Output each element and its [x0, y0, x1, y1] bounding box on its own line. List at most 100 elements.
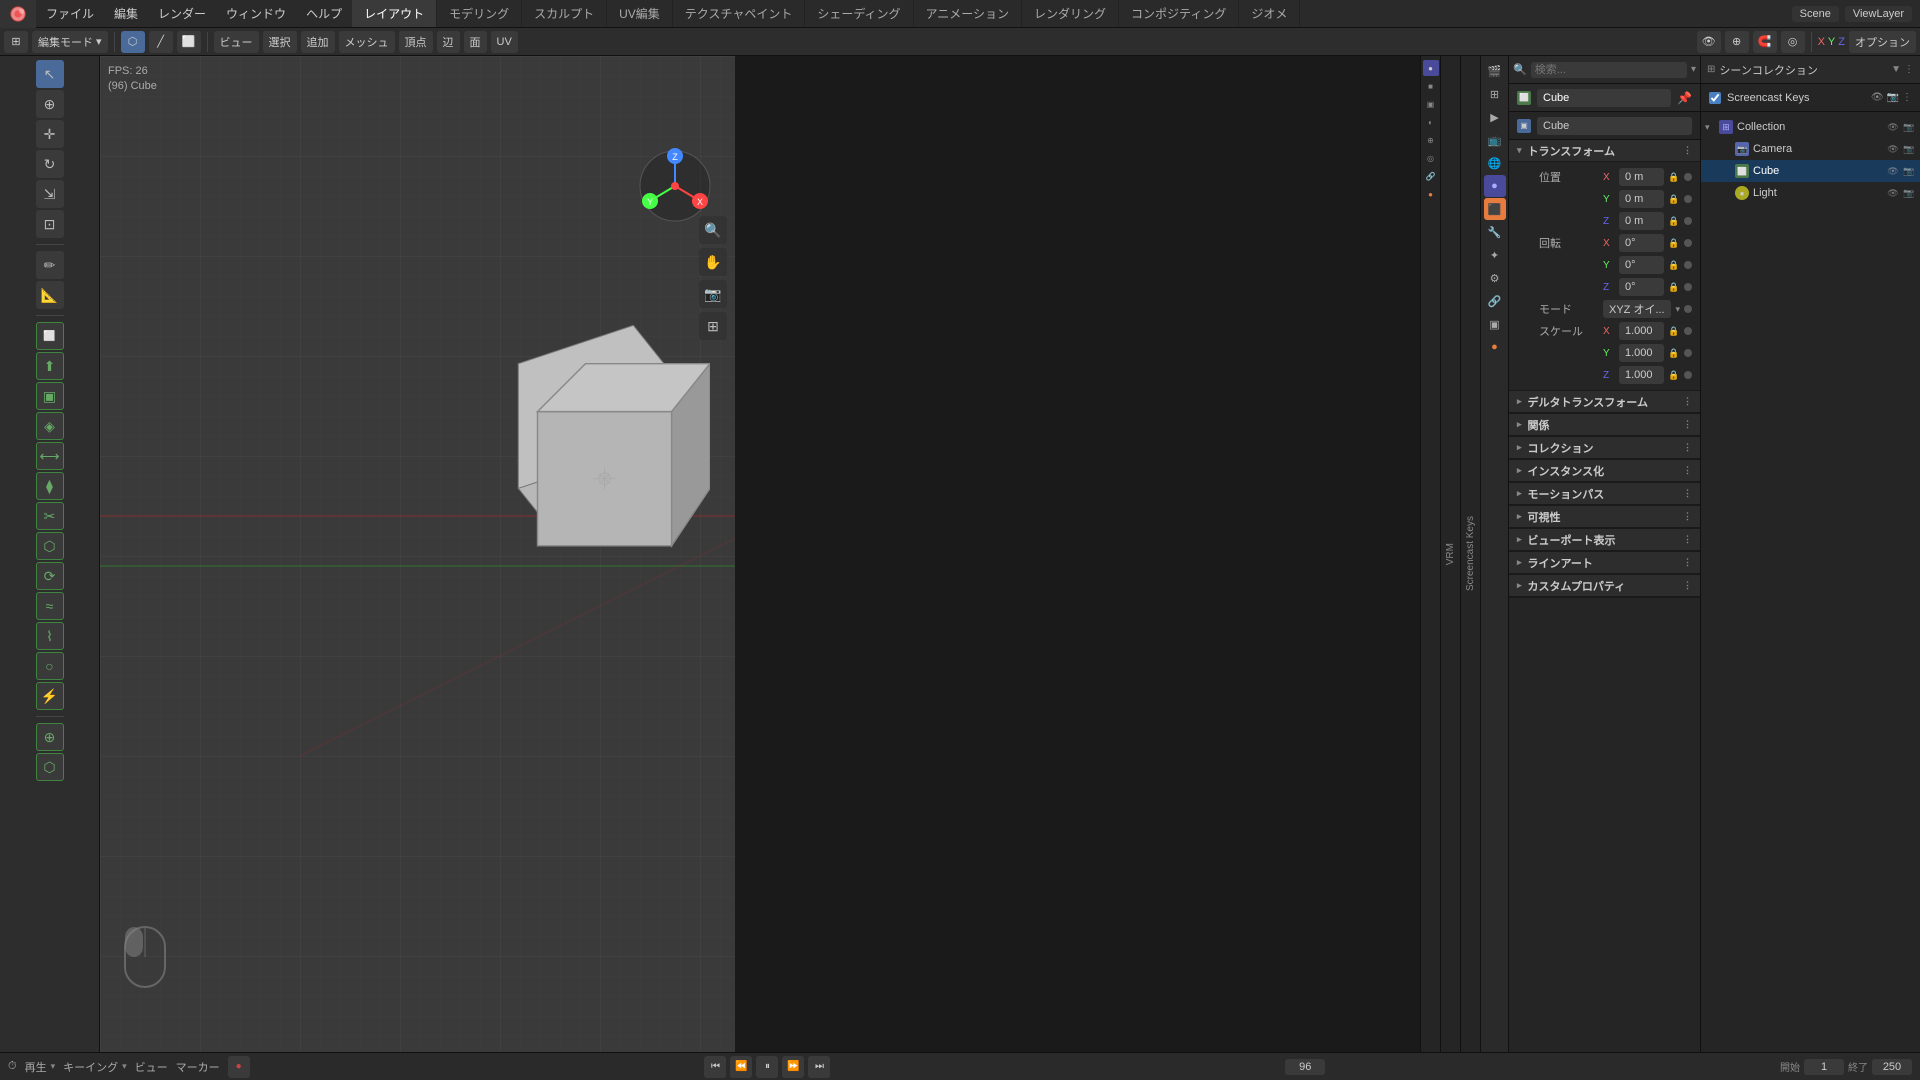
axis-z[interactable]: Z — [1838, 36, 1845, 48]
lineart-options[interactable]: ⋮ — [1683, 557, 1692, 568]
collection-s-options[interactable]: ⋮ — [1683, 442, 1692, 453]
instancing-options[interactable]: ⋮ — [1683, 465, 1692, 476]
outliner-options-icon[interactable]: ⋮ — [1904, 64, 1914, 75]
tool-inset[interactable]: ▣ — [36, 382, 64, 410]
prop-material-icon[interactable]: ● — [1484, 336, 1506, 358]
outliner-filter-icon[interactable]: ▼ — [1891, 64, 1901, 75]
scale-y-lock[interactable]: 🔒 — [1668, 348, 1680, 359]
axis-y[interactable]: Y — [1828, 36, 1835, 48]
menu-help[interactable]: ヘルプ — [296, 0, 352, 27]
prop-world-icon[interactable]: ● — [1484, 175, 1506, 197]
next-keyframe-btn[interactable]: ⏩ — [782, 1056, 804, 1078]
tool-extrude[interactable]: ⬆ — [36, 352, 64, 380]
vp-camera-btn[interactable]: 📷 — [699, 280, 727, 308]
light-vis-icon[interactable]: 👁 — [1886, 186, 1900, 200]
screencast-keys-checkbox[interactable] — [1709, 92, 1721, 104]
rot-z-value[interactable]: 0° — [1619, 278, 1664, 296]
viewport-display-header[interactable]: ▸ ビューポート表示 ⋮ — [1509, 529, 1700, 551]
prop-physics-icon[interactable]: ⚙ — [1484, 267, 1506, 289]
snap-btn[interactable]: 🧲 — [1753, 31, 1777, 53]
props-search-options[interactable]: ▾ — [1691, 64, 1696, 75]
cube-vis-icon[interactable]: 👁 — [1886, 164, 1900, 178]
record-btn[interactable]: ● — [228, 1056, 250, 1078]
tool-rotate[interactable]: ↻ — [36, 150, 64, 178]
end-frame-display[interactable]: 250 — [1872, 1059, 1912, 1075]
current-frame-display[interactable]: 96 — [1285, 1059, 1325, 1075]
tab-compositing[interactable]: コンポジティング — [1119, 0, 1239, 27]
rot-y-value[interactable]: 0° — [1619, 256, 1664, 274]
item-strip-material[interactable]: ● — [1423, 186, 1439, 202]
prop-scene2-icon[interactable]: 🌐 — [1484, 152, 1506, 174]
mesh-menu[interactable]: メッシュ — [339, 31, 395, 53]
view-item[interactable]: ビュー — [135, 1059, 168, 1075]
vertex-menu[interactable]: 頂点 — [399, 31, 433, 53]
tool-shear[interactable]: ⌇ — [36, 622, 64, 650]
item-strip-5[interactable]: ⊕ — [1423, 132, 1439, 148]
marker-item[interactable]: マーカー — [176, 1059, 220, 1075]
item-strip-2[interactable]: ■ — [1423, 78, 1439, 94]
rot-mode-selector[interactable]: XYZ オイ... — [1603, 300, 1671, 318]
uv-menu[interactable]: UV — [491, 31, 518, 53]
keying-item[interactable]: キーイング ▾ — [63, 1059, 127, 1075]
tool-move[interactable]: ✛ — [36, 120, 64, 148]
tab-animation[interactable]: アニメーション — [914, 0, 1023, 27]
props-search-input[interactable] — [1531, 62, 1687, 78]
transform-section-header[interactable]: ▾ トランスフォーム ⋮ — [1509, 140, 1700, 162]
motion-options[interactable]: ⋮ — [1683, 488, 1692, 499]
edge-menu[interactable]: 辺 — [437, 31, 460, 53]
prop-view-icon[interactable]: 📺 — [1484, 129, 1506, 151]
tool-custom-2[interactable]: ⬡ — [36, 753, 64, 781]
axis-x[interactable]: X — [1818, 36, 1825, 48]
collection-section-header[interactable]: ▸ コレクション ⋮ — [1509, 437, 1700, 459]
collection-render-icon[interactable]: 📷 — [1902, 120, 1916, 134]
tool-loop-cut[interactable]: ⟷ — [36, 442, 64, 470]
tool-measure[interactable]: 📐 — [36, 281, 64, 309]
scene-item-camera[interactable]: 📷 Camera 👁 📷 — [1701, 138, 1920, 160]
tab-rendering[interactable]: レンダリング — [1022, 0, 1119, 27]
tool-poly-build[interactable]: ⬡ — [36, 532, 64, 560]
tool-select[interactable]: ↖ — [36, 60, 64, 88]
prop-scene-icon[interactable]: 🎬 — [1484, 60, 1506, 82]
play-item[interactable]: 再生 ▾ — [25, 1059, 56, 1075]
visibility-header[interactable]: ▸ 可視性 ⋮ — [1509, 506, 1700, 528]
prop-particles-icon[interactable]: ✦ — [1484, 244, 1506, 266]
tab-uv[interactable]: UV編集 — [607, 0, 673, 27]
scale-x-value[interactable]: 1.000 — [1619, 322, 1664, 340]
scene-item-light[interactable]: ● Light 👁 📷 — [1701, 182, 1920, 204]
tool-add-cube[interactable]: ⬜ — [36, 322, 64, 350]
rot-y-lock[interactable]: 🔒 — [1668, 260, 1680, 271]
scale-z-value[interactable]: 1.000 — [1619, 366, 1664, 384]
loc-z-lock[interactable]: 🔒 — [1668, 216, 1680, 227]
tool-annotate[interactable]: ✏ — [36, 251, 64, 279]
item-strip-7[interactable]: 🔗 — [1423, 168, 1439, 184]
header-icon-1[interactable]: ⊞ — [4, 31, 28, 53]
start-frame-display[interactable]: 1 — [1804, 1059, 1844, 1075]
tab-sculpt[interactable]: スカルプト — [522, 0, 607, 27]
jump-start-btn[interactable]: ⏮ — [704, 1056, 726, 1078]
loc-x-value[interactable]: 0 m — [1619, 168, 1664, 186]
delta-options[interactable]: ⋮ — [1683, 396, 1692, 407]
data-name-field[interactable]: Cube — [1537, 117, 1692, 135]
screencast-vis-icon[interactable]: 👁 — [1871, 92, 1884, 103]
collection-vis-icon[interactable]: 👁 — [1886, 120, 1900, 134]
pin-icon[interactable]: 📌 — [1677, 91, 1692, 105]
object-name-field[interactable]: Cube — [1537, 89, 1671, 107]
tool-sphere[interactable]: ○ — [36, 652, 64, 680]
tool-bevel[interactable]: ◈ — [36, 412, 64, 440]
vp-display-options[interactable]: ⋮ — [1683, 534, 1692, 545]
delta-transform-header[interactable]: ▸ デルタトランスフォーム ⋮ — [1509, 391, 1700, 413]
tool-rip[interactable]: ⚡ — [36, 682, 64, 710]
options-btn[interactable]: オプション — [1849, 31, 1916, 53]
visibility-options[interactable]: ⋮ — [1683, 511, 1692, 522]
add-menu[interactable]: 追加 — [301, 31, 335, 53]
prop-object-icon[interactable]: ⬛ — [1484, 198, 1506, 220]
tool-knife[interactable]: ✂ — [36, 502, 64, 530]
menu-edit[interactable]: 編集 — [104, 0, 148, 27]
nav-gizmo[interactable]: Z X Y — [635, 146, 715, 226]
camera-vis-icon[interactable]: 👁 — [1886, 142, 1900, 156]
motion-path-header[interactable]: ▸ モーションパス ⋮ — [1509, 483, 1700, 505]
lineart-header[interactable]: ▸ ラインアート ⋮ — [1509, 552, 1700, 574]
loc-y-lock[interactable]: 🔒 — [1668, 194, 1680, 205]
tool-offset[interactable]: ⧫ — [36, 472, 64, 500]
tool-smooth[interactable]: ≈ — [36, 592, 64, 620]
